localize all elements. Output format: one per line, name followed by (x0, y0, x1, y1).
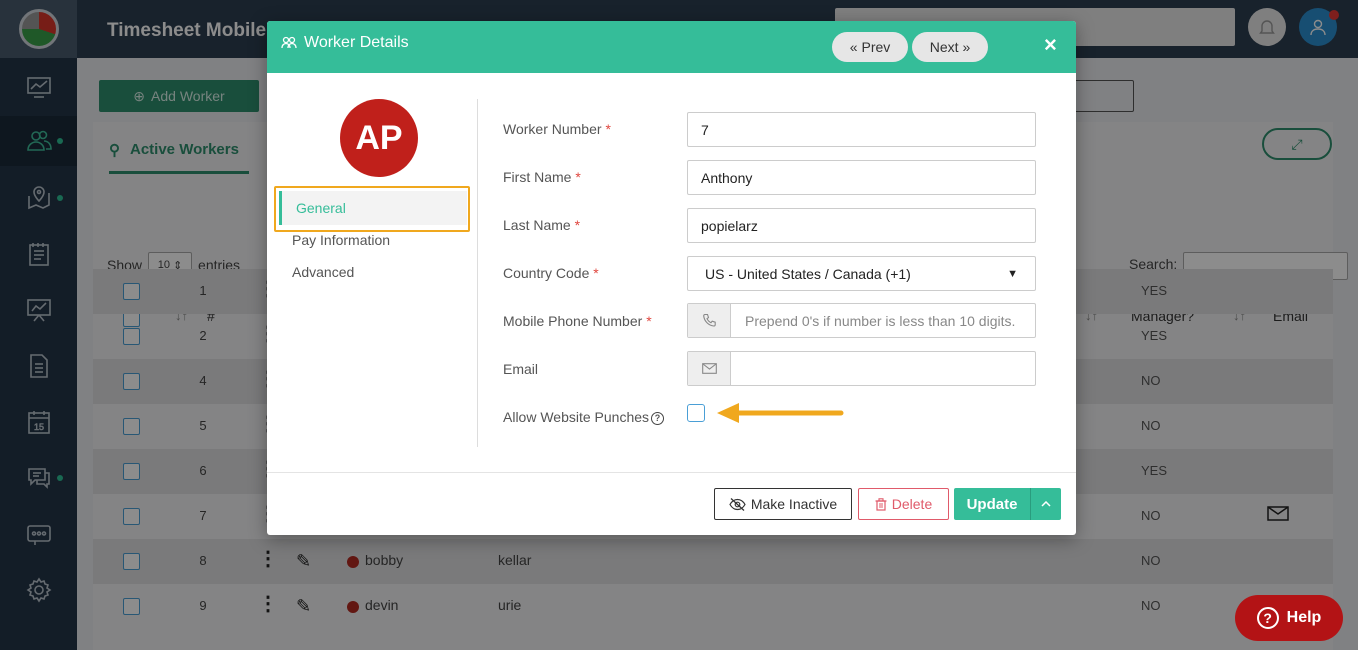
help-label: Help (1286, 609, 1322, 626)
country-code-label: Country Code * (503, 265, 599, 281)
worker-number-input[interactable]: 7 (687, 112, 1036, 147)
first-name-input[interactable]: Anthony (687, 160, 1036, 195)
divider (477, 99, 478, 447)
help-button[interactable]: ? Help (1235, 595, 1343, 641)
label-text: Mobile Phone Number (503, 313, 643, 329)
modal-backdrop[interactable] (0, 58, 77, 650)
phone-icon (688, 304, 731, 337)
update-button[interactable]: Update (954, 488, 1061, 520)
last-name-input[interactable]: popielarz (687, 208, 1036, 243)
email-group (687, 351, 1036, 386)
next-label: Next (929, 39, 959, 55)
close-icon[interactable]: × (1044, 32, 1057, 58)
eye-slash-icon (729, 497, 746, 511)
worker-details-modal: Worker Details « Prev Next » × AP Genera… (267, 21, 1076, 535)
label-text: First Name (503, 169, 572, 185)
prev-button[interactable]: « Prev (832, 32, 908, 62)
delete-button[interactable]: Delete (858, 488, 949, 520)
make-inactive-button[interactable]: Make Inactive (714, 488, 852, 520)
email-input[interactable] (731, 352, 1035, 385)
question-icon: ? (1256, 607, 1279, 629)
worker-number-label: Worker Number * (503, 121, 611, 137)
modal-title-text: Worker Details (304, 34, 409, 51)
trash-icon (875, 497, 887, 511)
country-code-value: US - United States / Canada (+1) (705, 265, 911, 282)
email-label: Email (503, 361, 539, 377)
allow-website-punches-label: Allow Website Punches? (503, 409, 665, 425)
phone-placeholder: Prepend 0's if number is less than 10 di… (745, 312, 1016, 329)
worker-avatar: AP (340, 99, 418, 177)
footer-divider (267, 472, 1076, 473)
allow-website-punches-checkbox[interactable] (687, 404, 705, 422)
last-name-label: Last Name * (503, 217, 580, 233)
modal-header: Worker Details « Prev Next » × (267, 21, 1076, 73)
menu-item-pay-information[interactable]: Pay Information (292, 232, 390, 248)
required-mark: * (646, 313, 652, 329)
help-circle-icon[interactable]: ? (651, 411, 665, 425)
mobile-phone-group: Prepend 0's if number is less than 10 di… (687, 303, 1036, 338)
arrow-left-icon (717, 403, 844, 423)
menu-item-advanced[interactable]: Advanced (292, 264, 354, 280)
mobile-phone-label: Mobile Phone Number * (503, 313, 652, 329)
chevron-up-icon[interactable] (1031, 501, 1061, 507)
country-code-select[interactable]: US - United States / Canada (+1) ▼ (687, 256, 1036, 291)
double-chevron-right-icon: » (962, 39, 971, 55)
required-mark: * (593, 265, 599, 281)
required-mark: * (605, 121, 611, 137)
required-mark: * (574, 217, 581, 233)
first-name-label: First Name * (503, 169, 581, 185)
caret-down-icon: ▼ (1007, 267, 1018, 280)
highlight-box (274, 186, 470, 232)
label-text: Last Name (503, 217, 571, 233)
label-text: Worker Number (503, 121, 602, 137)
label-text: Allow Website Punches (503, 409, 650, 425)
next-button[interactable]: Next » (912, 32, 988, 62)
required-mark: * (575, 169, 581, 185)
mobile-phone-input[interactable]: Prepend 0's if number is less than 10 di… (731, 304, 1035, 337)
update-label: Update (966, 495, 1018, 513)
double-chevron-left-icon: « (849, 39, 858, 55)
delete-label: Delete (891, 496, 933, 512)
envelope-icon (688, 352, 731, 385)
make-inactive-label: Make Inactive (750, 496, 838, 512)
prev-label: Prev (861, 39, 891, 55)
label-text: Country Code (503, 265, 590, 281)
modal-title: Worker Details (281, 34, 409, 52)
users-icon (281, 36, 297, 49)
